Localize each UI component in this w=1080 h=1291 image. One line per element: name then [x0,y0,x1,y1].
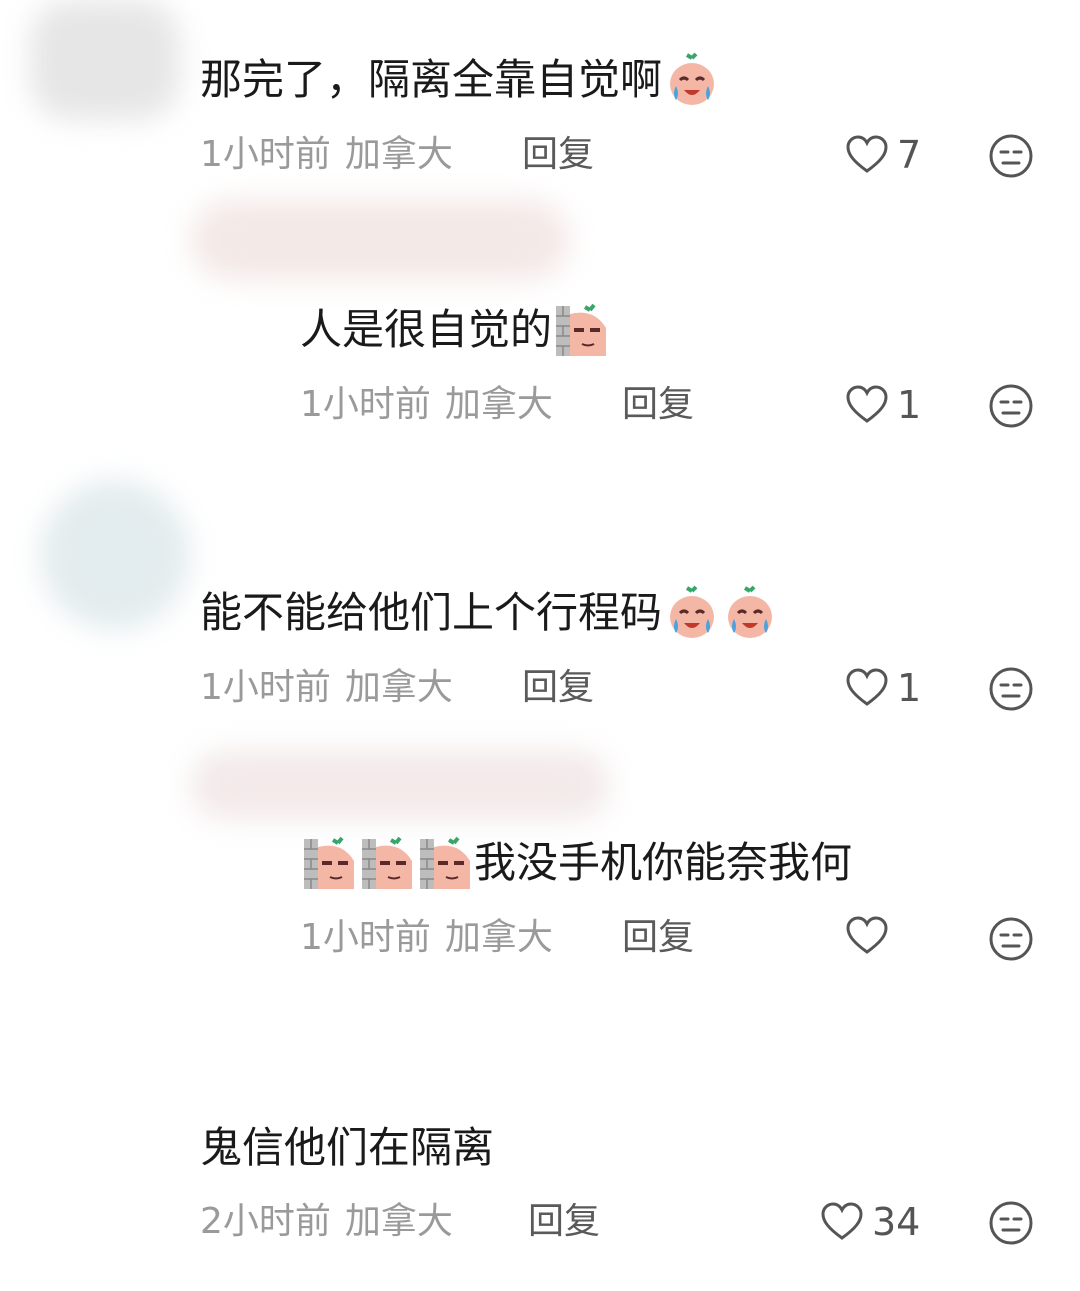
crying-face-emoji [728,585,773,638]
reply-button[interactable]: 回复 [622,383,694,427]
comment-time: 1小时前 [200,667,331,708]
reply-button[interactable]: 回复 [528,1200,600,1244]
comment-meta: 2小时前 加拿大 [200,1200,453,1244]
username-blurred [190,200,570,280]
comment-meta: 1小时前 加拿大 [200,666,453,710]
peeking-wall-emoji [556,303,607,356]
comment-location: 加拿大 [344,134,453,175]
crying-face-emoji [670,585,715,638]
comment-text: 鬼信他们在隔离 [200,1120,494,1176]
comment-text: 人是很自觉的 [300,302,610,358]
like-count: 7 [897,133,922,177]
like-button[interactable]: 1 [845,383,921,427]
avatar-blurred[interactable] [30,0,180,120]
reply-button[interactable]: 回复 [622,916,694,960]
neutral-face-icon[interactable] [988,666,1034,712]
comment-text: 那完了，隔离全靠自觉啊 [200,52,720,108]
comment-meta: 1小时前 加拿大 [300,916,553,960]
like-button[interactable]: 7 [845,133,921,177]
like-count: 34 [872,1200,921,1244]
reply-button[interactable]: 回复 [522,133,594,177]
comment-text: 我没手机你能奈我何 [300,835,852,891]
comment-text: 能不能给他们上个行程码 [200,585,778,641]
neutral-face-icon[interactable] [988,383,1034,429]
heart-outline-icon [821,1202,863,1240]
comment-text-content: 能不能给他们上个行程码 [200,588,663,637]
like-count: 1 [897,383,922,427]
like-button[interactable]: 1 [845,666,921,710]
comment-location: 加拿大 [444,917,553,958]
comment-text-content: 鬼信他们在隔离 [200,1123,495,1172]
comment-meta: 1小时前 加拿大 [300,383,553,427]
comment-meta: 1小时前 加拿大 [200,133,453,177]
comment-text-content: 我没手机你能奈我何 [474,838,853,887]
comment-time: 2小时前 [200,1201,331,1242]
heart-outline-icon [846,385,888,423]
comment-time: 1小时前 [300,917,431,958]
comment-text-content: 人是很自觉的 [300,305,553,354]
like-button[interactable] [845,916,897,956]
neutral-face-icon[interactable] [988,1200,1034,1246]
comment-location: 加拿大 [344,1201,453,1242]
neutral-face-icon[interactable] [988,916,1034,962]
avatar-blurred[interactable] [40,480,190,630]
neutral-face-icon[interactable] [988,133,1034,179]
heart-outline-icon [846,916,888,954]
heart-outline-icon [846,135,888,173]
comment-text-content: 那完了，隔离全靠自觉啊 [200,55,663,104]
comment-location: 加拿大 [444,384,553,425]
reply-button[interactable]: 回复 [522,666,594,710]
username-blurred [190,750,610,820]
comment-time: 1小时前 [200,134,331,175]
peeking-wall-emoji [420,836,470,889]
like-count: 1 [897,666,922,710]
peeking-wall-emoji [362,836,412,889]
comment-time: 1小时前 [300,384,431,425]
crying-face-emoji [670,52,715,105]
comment-location: 加拿大 [344,667,453,708]
heart-outline-icon [846,668,888,706]
like-button[interactable]: 34 [820,1200,920,1244]
peeking-wall-emoji [304,836,354,889]
